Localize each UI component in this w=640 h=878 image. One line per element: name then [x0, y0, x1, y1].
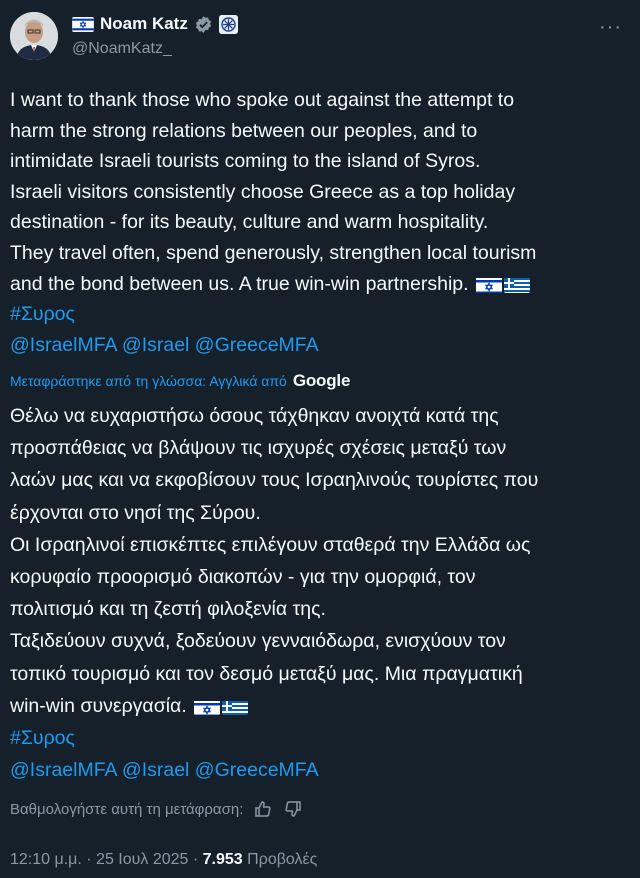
- tweet-line-text: and the bond between us. A true win-win …: [10, 272, 469, 295]
- translated-line: Θέλω να ευχαριστήσω όσους τάχθηκαν ανοιχ…: [10, 405, 499, 427]
- translated-mentions-links[interactable]: @IsraelMFA @Israel @GreeceMFA: [10, 754, 622, 786]
- tweet-date[interactable]: 25 Ιουλ 2025: [96, 851, 188, 868]
- translated-line: Οι Ισραηλινοί επισκέπτες επιλέγουν σταθε…: [10, 533, 531, 556]
- translated-line: κορυφαίο προορισμό διακοπών - για την ομ…: [10, 566, 476, 589]
- tweet-line: Israeli visitors consistently choose Gre…: [10, 180, 516, 203]
- affiliation-badge-icon[interactable]: [218, 14, 238, 34]
- verified-badge-icon[interactable]: [194, 15, 213, 34]
- tweet-line: They travel often, spend generously, str…: [10, 241, 537, 264]
- separator-dot: ·: [192, 851, 203, 868]
- translated-line: έρχονται στο νησί της Σύρου.: [10, 501, 261, 524]
- translation-notice-text: Μεταφράστηκε από τη γλώσσα: Αγγλικά από: [10, 373, 287, 389]
- tweet-header: Noam Katz @NoamKatz_ ···: [10, 12, 630, 62]
- translated-line: πολιτισμό και τη ζεστή φιλοξενία της.: [10, 598, 326, 621]
- rate-translation: Βαθμολογήστε αυτή τη μετάφραση:: [10, 799, 303, 819]
- google-logo: Google: [292, 371, 351, 390]
- mentions-links[interactable]: @IsraelMFA @Israel @GreeceMFA: [10, 330, 622, 361]
- separator-dot: ·: [86, 851, 97, 868]
- tweet-line: destination - for its beauty, culture an…: [10, 211, 489, 234]
- greece-flag-icon: [222, 697, 249, 715]
- tweet-line: I want to thank those who spoke out agai…: [10, 89, 515, 111]
- tweet-text: I want to thank those who spoke out agai…: [10, 85, 622, 360]
- rate-translation-label: Βαθμολογήστε αυτή τη μετάφραση:: [10, 800, 244, 818]
- author-name-row: Noam Katz: [72, 14, 238, 34]
- israel-flag-icon: [72, 16, 94, 32]
- author-name[interactable]: Noam Katz: [100, 14, 188, 34]
- tweet-time[interactable]: 12:10 μ.μ.: [10, 851, 82, 868]
- translated-line: προσπάθειας να βλάψουν τις ισχυρές σχέσε…: [10, 437, 507, 460]
- israel-flag-icon: [475, 275, 502, 293]
- translated-text: Θέλω να ευχαριστήσω όσους τάχθηκαν ανοιχ…: [10, 400, 622, 786]
- tweet-meta: 12:10 μ.μ. · 25 Ιουλ 2025 · 7.953 Προβολ…: [10, 851, 317, 869]
- translated-hashtag-link[interactable]: #Συρος: [10, 722, 622, 754]
- translated-line-text: win-win συνεργασία.: [10, 694, 187, 717]
- translated-line-last: win-win συνεργασία.: [10, 690, 622, 722]
- tweet-line: harm the strong relations between our pe…: [10, 119, 478, 142]
- thumbs-down-icon[interactable]: [283, 799, 303, 819]
- translation-notice: Μεταφράστηκε από τη γλώσσα: Αγγλικά από …: [10, 371, 350, 391]
- tweet-line: intimidate Israeli tourists coming to th…: [10, 150, 481, 173]
- translated-line: Ταξιδεύουν συχνά, ξοδεύουν γενναιόδωρα, …: [10, 630, 506, 653]
- tweet-line-last: and the bond between us. A true win-win …: [10, 269, 622, 300]
- more-dots-icon[interactable]: ···: [599, 16, 622, 39]
- translated-line: λαών μας και να εκφοβίσουν τους Ισραηλιν…: [10, 469, 539, 492]
- israel-flag-icon: [194, 697, 221, 715]
- avatar[interactable]: [10, 12, 58, 60]
- views-label: Προβολές: [247, 851, 318, 868]
- views-count: 7.953: [202, 851, 243, 868]
- translated-line: τοπικό τουρισμό και τον δεσμό μεταξύ μας…: [10, 662, 523, 685]
- hashtag-link[interactable]: #Συρος: [10, 299, 622, 330]
- thumbs-up-icon[interactable]: [253, 799, 273, 819]
- greece-flag-icon: [503, 275, 530, 293]
- author-handle[interactable]: @NoamKatz_: [72, 40, 172, 58]
